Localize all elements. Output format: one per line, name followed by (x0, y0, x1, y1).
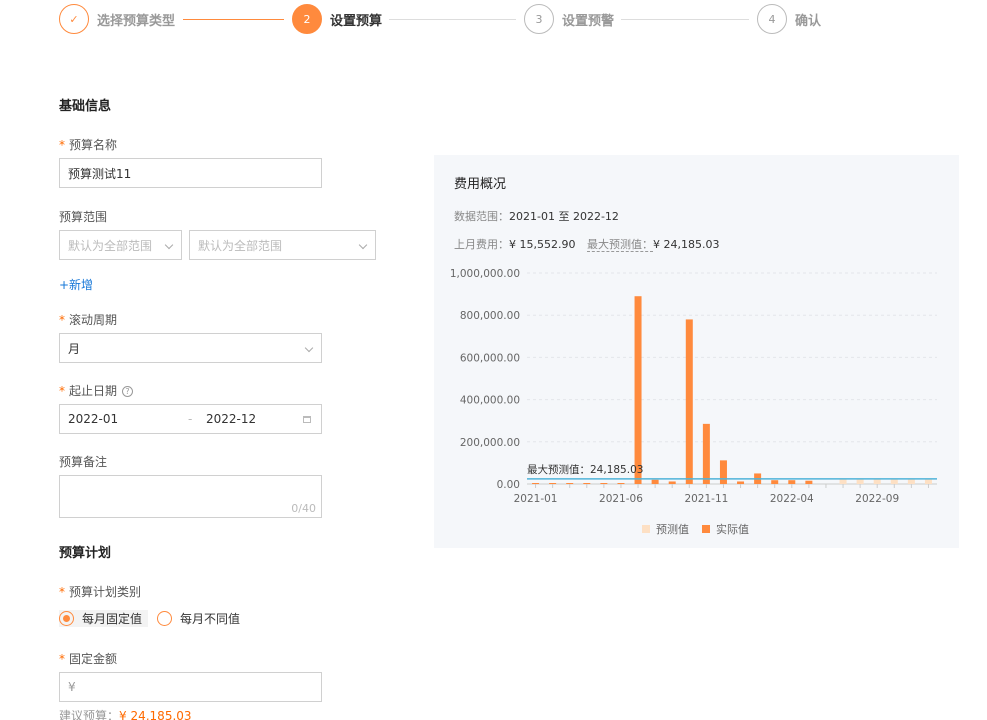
budget-name-label: * 预算名称 (59, 138, 118, 152)
actual-bar (788, 480, 796, 484)
plan-type-label: * 预算计划类别 (59, 585, 142, 599)
forecast-bar (890, 478, 898, 484)
date-label: * 起止日期? (59, 382, 134, 399)
legend-actual-label: 实际值 (716, 522, 749, 536)
legend-forecast-swatch (642, 525, 650, 533)
add-scope-link[interactable]: +新增 (59, 276, 93, 293)
actual-bar (532, 483, 540, 484)
forecast-bar (907, 478, 915, 484)
budget-name-input[interactable]: 预算测试11 (59, 158, 322, 188)
actual-bar (583, 483, 591, 484)
step-3-circle: 3 (524, 4, 554, 34)
forecast-bar (856, 478, 864, 484)
steps-bar: ✓ 选择预算类型 2 设置预算 3 设置预警 4 确认 (59, 4, 859, 34)
x-tick-label: 2021-01 (514, 493, 558, 505)
step-1-label: 选择预算类型 (97, 14, 176, 29)
chevron-down-icon (358, 240, 368, 250)
period-label: * 滚动周期 (59, 313, 118, 327)
basic-info-title: 基础信息 (59, 99, 112, 114)
suggest-value: ¥ 24,185.03 (119, 709, 192, 720)
step-4-circle: 4 (757, 4, 787, 34)
step-3-label: 设置预警 (562, 14, 615, 29)
legend-actual-swatch (702, 525, 710, 533)
remark-label: 预算备注 (59, 455, 108, 469)
x-tick-label: 2022-09 (855, 493, 899, 505)
forecast-bar (873, 478, 881, 484)
actual-bar (600, 483, 608, 484)
actual-bar (805, 480, 813, 484)
y-tick-label: 400,000.00 (460, 395, 520, 407)
actual-bar (702, 423, 710, 484)
actual-bar (634, 296, 642, 484)
forecast-bar (839, 478, 847, 484)
step-2-label: 设置预算 (330, 14, 383, 29)
actual-bar (651, 479, 659, 484)
actual-bar (668, 481, 676, 484)
cost-overview-panel: 费用概况 数据范围：2021-01 至 2022-12 上月费用：¥ 15,55… (434, 155, 959, 548)
x-tick-label: 2021-06 (599, 493, 643, 505)
actual-bar (771, 480, 779, 484)
suggest-row: 建议预算：¥ 24,185.03 (59, 707, 192, 720)
date-end[interactable]: 2022-12 (206, 412, 256, 426)
amount-label: * 固定金额 (59, 652, 118, 666)
step-1-check-icon: ✓ (59, 4, 89, 34)
date-separator: - (188, 412, 193, 426)
y-tick-label: 200,000.00 (460, 437, 520, 449)
step-4-label: 确认 (795, 14, 822, 29)
step-line-1 (183, 19, 284, 20)
date-range-picker[interactable]: 2022-01 - 2022-12 (59, 404, 322, 434)
radio-fixed[interactable]: 每月固定值 (59, 610, 149, 627)
actual-bar (685, 319, 693, 484)
step-line-3 (621, 19, 749, 20)
actual-bar (566, 483, 574, 484)
date-start[interactable]: 2022-01 (68, 412, 118, 426)
period-select[interactable]: 月 (59, 333, 322, 363)
actual-bar (617, 483, 625, 484)
scope-select-1[interactable]: 默认为全部范围 (59, 230, 182, 260)
budget-plan-title: 预算计划 (59, 546, 112, 561)
help-icon[interactable]: ? (122, 386, 134, 397)
radio-varied[interactable]: 每月不同值 (157, 610, 240, 627)
y-tick-label: 800,000.00 (460, 310, 520, 322)
radio-unchecked-icon (157, 611, 172, 626)
y-tick-label: 600,000.00 (460, 352, 520, 364)
x-tick-label: 2022-04 (770, 493, 814, 505)
amount-input[interactable]: ¥ (59, 672, 322, 702)
actual-bar (737, 481, 745, 484)
actual-bar (549, 483, 557, 484)
legend-forecast-label: 预测值 (656, 523, 689, 536)
radio-checked-icon (59, 611, 74, 626)
scope-select-2[interactable]: 默认为全部范围 (189, 230, 376, 260)
calendar-icon (303, 416, 311, 423)
remark-textarea[interactable]: 0/40 (59, 475, 322, 518)
budget-scope-label: 预算范围 (59, 210, 108, 224)
max-forecast-line-label: 最大预测值：24,185.03 (527, 463, 643, 476)
chevron-down-icon (304, 343, 314, 353)
step-line-2 (389, 19, 516, 20)
step-2-circle: 2 (292, 4, 322, 34)
x-tick-label: 2021-11 (684, 493, 728, 505)
remark-counter: 0/40 (291, 502, 316, 515)
cost-bar-chart: 1,000,000.00 800,000.00 600,000.00 400,000.… (450, 268, 937, 536)
forecast-bar (924, 478, 932, 484)
chevron-down-icon (164, 240, 174, 250)
y-tick-label: 1,000,000.00 (450, 268, 520, 280)
y-tick-label: 0.00 (497, 479, 520, 491)
actual-bar (719, 460, 727, 484)
